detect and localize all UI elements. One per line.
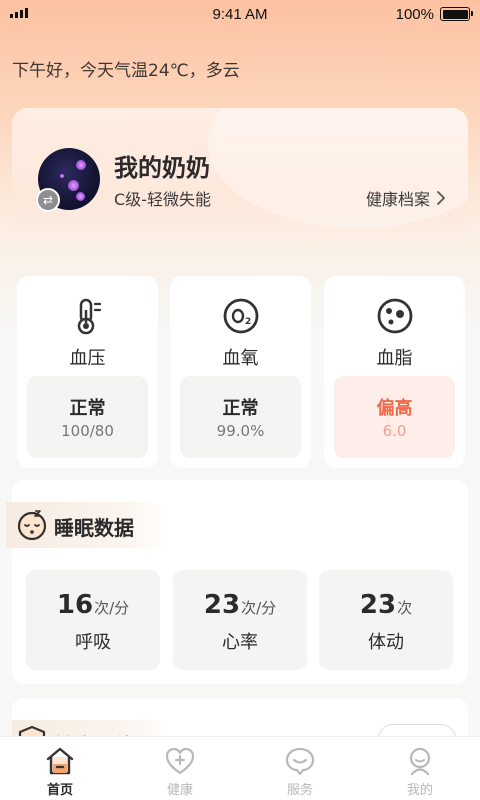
metric-status: 偏高 [376, 398, 413, 419]
tab-home[interactable]: 首页 [0, 737, 120, 800]
metric-value: 100/80 [61, 422, 114, 440]
tab-label: 首页 [46, 783, 73, 798]
sleep-section-header: 睡眠数据 [6, 502, 170, 548]
metric-value: 6.0 [382, 422, 407, 440]
sleep-section-title: 睡眠数据 [54, 516, 134, 540]
tab-service[interactable]: 服务 [240, 737, 360, 800]
profile-name: 我的奶奶 [114, 154, 210, 182]
tab-mine[interactable]: 我的 [360, 737, 480, 800]
switch-profile-icon[interactable]: ⇄ [36, 188, 60, 212]
metric-value: 99.0% [216, 422, 265, 440]
health-file-label: 健康档案 [365, 190, 430, 209]
sleep-value: 23 [203, 590, 241, 620]
sleep-unit: 次 [397, 599, 413, 617]
sleep-item-heart-rate: 23次/分 心率 [173, 570, 307, 670]
health-heart-icon [165, 747, 195, 775]
home-icon [46, 747, 74, 775]
sleep-label: 呼吸 [75, 632, 111, 653]
service-chat-icon [285, 747, 315, 776]
battery-icon [440, 7, 473, 21]
metric-card-blood-pressure[interactable]: 血压 正常 100/80 [17, 276, 158, 468]
sleep-unit: 次/分 [94, 599, 130, 617]
profile-card[interactable]: ⇄ 我的奶奶 C级-轻微失能 健康档案 [12, 108, 468, 250]
sleep-value: 23 [359, 590, 397, 620]
bottom-tab-bar: 首页 健康 服务 我的 [0, 736, 480, 800]
metric-result: 正常 99.0% [180, 376, 301, 458]
oxygen-icon: 2 [223, 298, 258, 334]
battery-percentage: 100% [395, 6, 434, 23]
metric-card-blood-oxygen[interactable]: 2 血氧 正常 99.0% [170, 276, 311, 468]
tab-label: 我的 [406, 783, 433, 798]
metric-label: 血压 [69, 348, 106, 369]
cholesterol-icon [377, 298, 412, 334]
tab-label: 服务 [286, 783, 313, 798]
thermometer-icon [77, 298, 101, 335]
sleep-unit: 次/分 [241, 599, 277, 617]
care-level: C级-轻微失能 [114, 190, 211, 209]
health-file-link[interactable]: 健康档案 [366, 186, 446, 210]
sleep-label: 心率 [222, 632, 258, 653]
status-bar: 9:41 AM 100% [0, 0, 480, 30]
greeting-text: 下午好，今天气温24℃，多云 [12, 61, 240, 81]
sleep-label: 体动 [368, 632, 404, 653]
profile-icon [409, 747, 431, 776]
sleep-value: 16 [56, 590, 94, 620]
metric-result: 正常 100/80 [27, 376, 148, 458]
sleeping-face-icon [17, 510, 47, 541]
tab-health[interactable]: 健康 [120, 737, 240, 800]
svg-text:2: 2 [245, 317, 251, 327]
sleep-item-breathing: 16次/分 呼吸 [26, 570, 160, 670]
sleep-item-body-movement: 23次 体动 [319, 570, 453, 670]
sleep-data-card[interactable]: 睡眠数据 16次/分 呼吸 23次/分 心率 23次 体动 [6, 480, 468, 684]
tab-label: 健康 [166, 783, 193, 798]
metric-status: 正常 [222, 398, 259, 419]
metric-card-blood-lipid[interactable]: 血脂 偏高 6.0 [324, 276, 465, 468]
metric-status: 正常 [69, 398, 106, 419]
metric-label: 血氧 [222, 348, 259, 369]
metric-label: 血脂 [376, 348, 413, 369]
chevron-right-icon [437, 191, 445, 205]
metric-result: 偏高 6.0 [334, 376, 455, 458]
